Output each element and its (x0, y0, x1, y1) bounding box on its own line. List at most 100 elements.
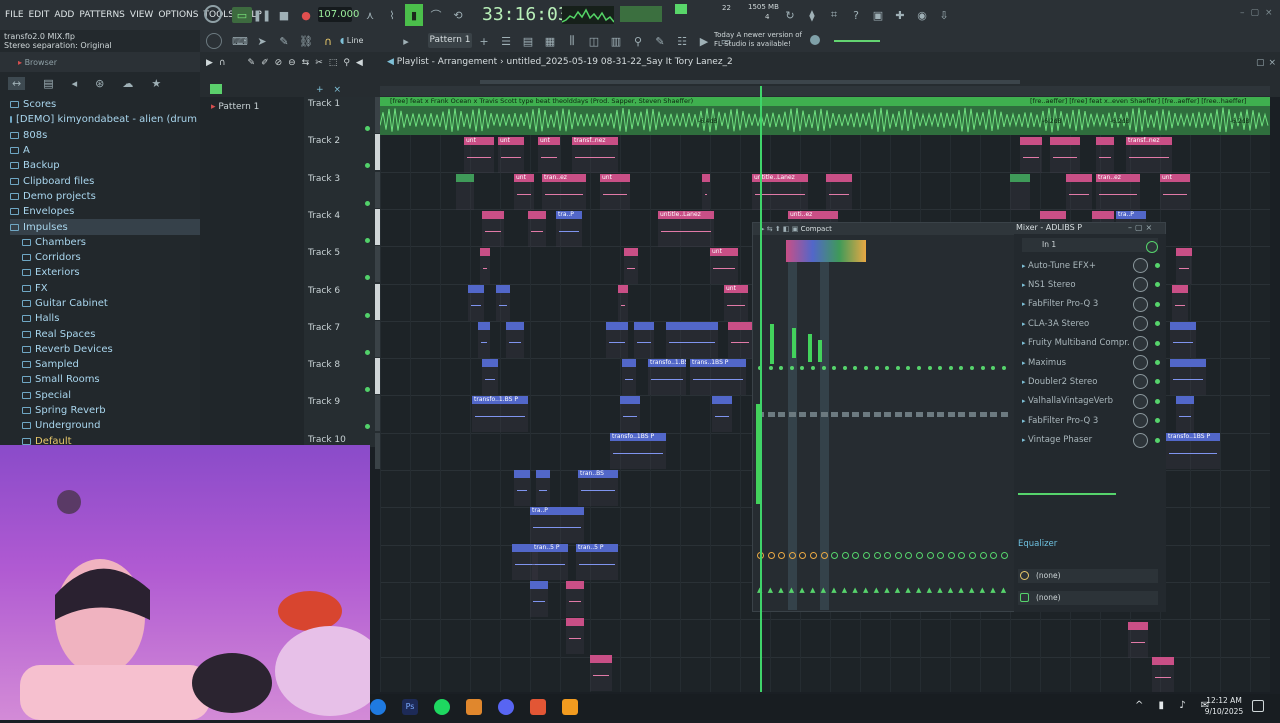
playlist-clip[interactable]: transfo..1BS P (1166, 433, 1220, 469)
stop-button[interactable]: ■ (276, 7, 292, 23)
window-controls[interactable]: –▢× (1240, 8, 1279, 18)
strip-led[interactable] (970, 366, 974, 370)
route-arrow-icon[interactable]: ▲ (958, 586, 963, 594)
playlist-clip[interactable] (702, 174, 710, 210)
playlist-clip[interactable]: transfo..1.BS P (648, 359, 686, 395)
track-label[interactable]: Track 4 (308, 211, 340, 221)
browser-item[interactable]: Underground (10, 418, 200, 433)
playlist-clip[interactable] (514, 470, 530, 506)
link-icon[interactable]: ⛓ (298, 33, 314, 49)
strip-led[interactable] (927, 366, 932, 370)
playlist-clip[interactable] (482, 211, 504, 247)
playlist-select-icon[interactable]: ⬚ (329, 58, 338, 68)
script-icon[interactable]: ✎ (652, 33, 668, 49)
strip-fader[interactable] (778, 412, 786, 417)
track-label[interactable]: Track 2 (308, 136, 340, 146)
route-arrow-icon[interactable]: ▲ (810, 586, 815, 594)
mixer-strip[interactable]: ▲ (862, 240, 871, 610)
browser-item[interactable]: Corridors (10, 250, 200, 265)
mixer-strip[interactable]: ▲ (883, 240, 892, 610)
mixer-strip[interactable]: ▲ (873, 240, 882, 610)
browser-item[interactable]: Demo projects (10, 189, 200, 204)
mixer-strip[interactable]: ▲ (947, 240, 956, 610)
playlist-arrow-icon[interactable]: ▶ (206, 58, 213, 68)
slot-mix-knob[interactable] (1133, 335, 1148, 351)
mixer-view-icon[interactable]: ⫼ (564, 33, 580, 49)
effect-slot[interactable]: ▸ CLA-3A Stereo (1014, 314, 1166, 333)
slot-mix-knob[interactable] (1133, 296, 1148, 312)
strip-led[interactable] (1001, 366, 1006, 370)
mixer-strip[interactable]: ▲ (798, 240, 807, 610)
track-label[interactable]: Track 1 (308, 99, 340, 109)
playlist-clip[interactable] (1128, 622, 1148, 658)
strip-led[interactable] (938, 366, 943, 370)
playlist-clip[interactable]: tran..5 P (576, 544, 618, 580)
strip-fader[interactable] (788, 412, 796, 417)
plus-icon[interactable]: + (476, 33, 492, 49)
horizontal-scrollbar[interactable] (480, 80, 1020, 84)
pattern-prev-icon[interactable]: ▸ (398, 33, 414, 49)
slot-enable-led[interactable] (1155, 282, 1160, 288)
pattern-picker-icon[interactable] (210, 84, 222, 94)
strip-led[interactable] (906, 366, 911, 370)
effect-slot[interactable]: ▸ Doubler2 Stereo (1014, 372, 1166, 391)
playlist-clip[interactable] (634, 322, 654, 358)
slot-mix-knob[interactable] (1133, 258, 1148, 273)
strip-fader[interactable] (979, 412, 987, 417)
route-arrow-icon[interactable]: ▲ (852, 586, 857, 594)
master-volume-slider[interactable] (834, 40, 880, 42)
track-mute-led[interactable] (365, 237, 370, 243)
route-arrow-icon[interactable]: ▲ (831, 586, 836, 594)
browser-view-icon[interactable]: ▥ (608, 33, 624, 49)
strip-pan-knob[interactable] (958, 552, 966, 559)
strip-pan-knob[interactable] (863, 552, 870, 559)
playlist-clip[interactable]: unt (600, 174, 630, 210)
pattern-selector[interactable]: Pattern 1 (428, 33, 472, 48)
mixer-strip[interactable]: ▲ (979, 240, 988, 610)
browser-item[interactable]: Clipboard files (10, 173, 200, 188)
route-arrow-icon[interactable]: ▲ (927, 586, 932, 594)
strip-fader[interactable] (852, 412, 860, 417)
route-arrow-icon[interactable]: ▲ (842, 586, 847, 594)
menu-item-edit[interactable]: EDIT (29, 10, 50, 20)
menu-item-file[interactable]: FILE (5, 10, 24, 20)
playlist-clip[interactable] (1050, 137, 1080, 173)
slot-enable-led[interactable] (1155, 321, 1160, 327)
effect-slot[interactable]: ▸ ValhallaVintageVerb (1014, 392, 1166, 411)
browser-star-icon[interactable]: ★ (151, 77, 161, 90)
strip-led[interactable] (842, 366, 847, 370)
effect-slot[interactable]: ▸ Auto-Tune EFX+ (1014, 256, 1166, 275)
playlist-clip[interactable] (712, 396, 732, 432)
strip-pan-knob[interactable] (969, 552, 976, 559)
slot-mix-knob[interactable] (1133, 354, 1148, 370)
input-selector[interactable]: In 1 (1022, 238, 1158, 252)
strip-fader[interactable] (831, 412, 839, 417)
effect-slot[interactable]: ▸ NS1 Stereo (1014, 275, 1166, 294)
slot-mix-knob[interactable] (1133, 413, 1148, 429)
strip-led[interactable] (948, 366, 953, 370)
playlist-paint-icon[interactable]: ✐ (261, 58, 269, 68)
strip-fader[interactable] (873, 412, 881, 417)
strip-pan-knob[interactable] (841, 552, 849, 559)
strip-led[interactable] (789, 366, 794, 370)
timeline-ruler[interactable] (380, 86, 1270, 96)
route-arrow-icon[interactable]: ▲ (905, 586, 910, 594)
playlist-clip[interactable] (666, 322, 718, 358)
route-arrow-icon[interactable]: ▲ (799, 586, 804, 594)
route-arrow-icon[interactable]: ▲ (916, 586, 921, 594)
track-label[interactable]: Track 9 (308, 397, 340, 407)
browser-item[interactable]: Chambers (10, 235, 200, 250)
playlist-clip[interactable] (622, 359, 636, 395)
effect-slot[interactable]: ▸ FabFilter Pro-Q 3 (1014, 295, 1166, 314)
playlist-clip[interactable]: unt (1160, 174, 1190, 210)
mixer-strip[interactable]: ▲ (830, 240, 839, 610)
route-arrow-icon[interactable]: ▲ (948, 586, 953, 594)
menu-item-patterns[interactable]: PATTERNS (79, 10, 125, 20)
playlist-clip[interactable] (536, 470, 550, 506)
piano-roll-icon[interactable]: ▤ (520, 33, 536, 49)
playlist-clip[interactable] (620, 396, 640, 432)
playlist-playback-icon[interactable]: ◀ (356, 58, 363, 68)
spotify-app-icon[interactable] (434, 699, 450, 715)
strip-fader[interactable] (799, 412, 807, 417)
mixer-strip[interactable]: ▲ (819, 240, 829, 610)
